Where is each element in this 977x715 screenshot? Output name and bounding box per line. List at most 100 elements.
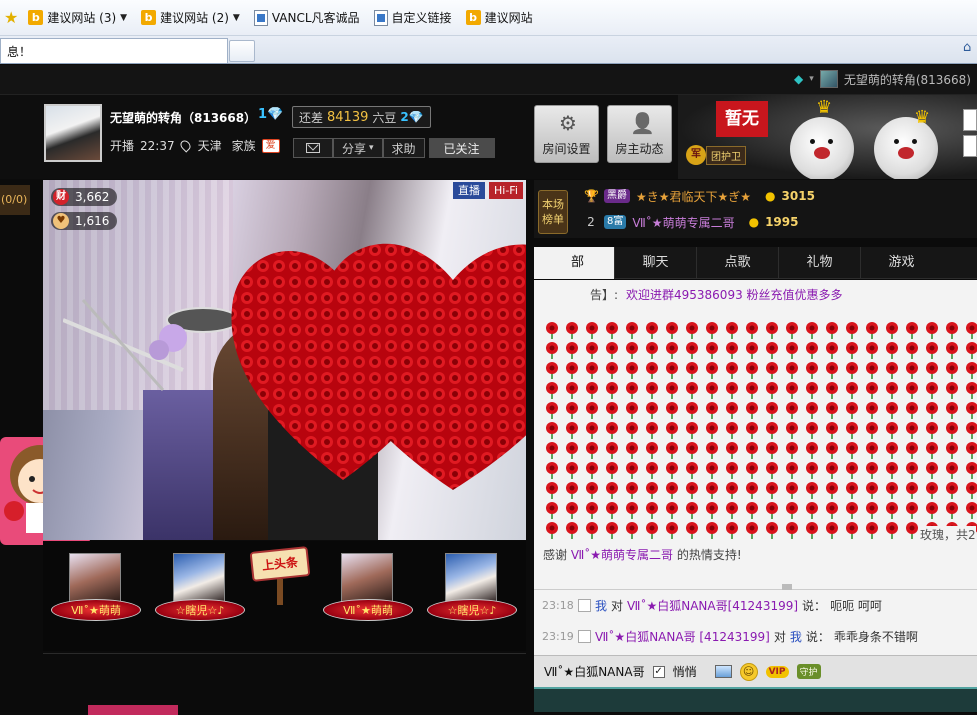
b-icon: b [465, 10, 481, 25]
tab-gifts[interactable]: 礼物 [778, 247, 860, 279]
trophy-icon: 🏆 [584, 189, 599, 203]
lower-area [43, 653, 526, 712]
teddy-bear-image [790, 117, 854, 179]
favorites-star-icon[interactable]: ★ [4, 8, 18, 27]
room-notice: 欢迎进群495386093 粉丝充值优惠多多 [626, 288, 843, 302]
live-tag: 直播 [453, 182, 485, 199]
room-settings-button[interactable]: 房间设置 [534, 105, 599, 163]
gift-box-icon[interactable] [88, 705, 178, 715]
hifi-tag[interactable]: Hi-Fi [489, 182, 523, 199]
page-icon [373, 9, 388, 26]
thanks-message: 感谢 Ⅶ˚★萌萌专属二哥 的热情支持! [543, 548, 742, 562]
browser-tab[interactable]: 息！ [0, 38, 228, 63]
resize-handle[interactable] [782, 584, 792, 590]
crown-icon: ♛ [914, 107, 931, 128]
message-button[interactable] [293, 138, 333, 158]
left-counter[interactable]: (0/0) [0, 185, 30, 215]
user-card-icon [578, 599, 591, 612]
fans-icon: ♥ [53, 213, 69, 229]
share-button[interactable]: 分享 ▾ [333, 138, 383, 158]
thumb-card[interactable]: ☆瞎児☆♪ [427, 553, 517, 621]
rose-heart-gift-animation [231, 243, 526, 490]
guard-banner[interactable]: 暂无 军 团护卫 ♛ ♛ [678, 95, 977, 179]
chevron-down-icon[interactable]: ▼ [120, 13, 127, 23]
person-icon [630, 112, 652, 134]
gear-icon [557, 112, 579, 134]
vip-icon[interactable]: VIP [765, 665, 789, 678]
favorite-suggested-2[interactable]: b 建议网站 (2) ▼ [137, 7, 244, 29]
crown-icon: ♛ [816, 97, 833, 118]
top-user-menu[interactable]: ◆ ▾ 无望萌的转角(813668) [794, 70, 971, 88]
tab-chat[interactable]: 聊天 [614, 247, 696, 279]
chat-input-area[interactable] [534, 687, 977, 712]
tab-all[interactable]: 部 [534, 247, 614, 279]
private-messages: 23:18 我 对 Ⅶ˚★白狐NANA哥[41243199] 说： 呃呃 呵呵 … [534, 584, 977, 655]
tab-bar: 息！ ⌂ [0, 36, 977, 64]
whisper-checkbox[interactable]: ✓ [652, 665, 665, 678]
ranking-label[interactable]: 本场 榜单 [538, 190, 568, 234]
favorite-suggested[interactable]: b 建议网站 [462, 7, 537, 29]
host-name[interactable]: 无望萌的转角（813668） [110, 109, 256, 126]
host-feed-button[interactable]: 房主动态 [607, 105, 672, 163]
host-actions: 分享 ▾ 求助 已关注 [293, 138, 495, 158]
location-pin-icon [178, 138, 193, 153]
host-meta: 开播 22:37 天津 家族 爱 [110, 137, 280, 154]
home-icon[interactable]: ⌂ [963, 40, 977, 56]
favorite-vancl[interactable]: VANCL凡客诚品 [250, 7, 364, 29]
follow-button[interactable]: 已关注 [428, 138, 495, 158]
b-icon: b [141, 10, 157, 25]
page-icon [253, 9, 268, 26]
list-item: 23:18 我 对 Ⅶ˚★白狐NANA哥[41243199] 说： 呃呃 呵呵 [542, 599, 882, 613]
tab-song-request[interactable]: 点歌 [696, 247, 778, 279]
guard-icon[interactable]: 守护 [796, 664, 821, 679]
chevron-down-icon[interactable]: ▾ [809, 74, 814, 84]
coin-icon: ● [748, 215, 760, 229]
wealth-stat: 财 3,662 [51, 188, 118, 206]
rose-count: 玫瑰，共2 [918, 526, 976, 543]
session-ranking: 本场 榜单 🏆 黑爵 ★き★君临天下★ぎ★ ● 3015 2 8富 Ⅶ˚★萌萌专… [534, 180, 977, 238]
avatar[interactable] [819, 70, 838, 88]
side-controls [963, 109, 977, 161]
next-level-badge: 2💎 [400, 110, 424, 124]
chat-target[interactable]: Ⅶ˚★白狐NANA哥 [544, 663, 645, 680]
chat-tabs: 部 聊天 点歌 礼物 游戏 [534, 247, 977, 279]
video-stream[interactable]: 财 3,662 ♥ 1,616 直播 Hi-Fi [43, 180, 526, 540]
list-item: 23:19 Ⅶ˚★白狐NANA哥 [41243199] 对 我 说： 乖乖身条不… [542, 630, 918, 644]
ranking-row[interactable]: 2 8富 Ⅶ˚★萌萌专属二哥 ● 1995 [584, 210, 798, 234]
thumb-card[interactable]: ☆瞎児☆♪ [155, 553, 245, 621]
family-badge[interactable]: 爱 [261, 138, 280, 153]
thumb-card[interactable]: Ⅶ˚★萌萌 [51, 553, 141, 621]
headline-button[interactable]: 上头条 [249, 546, 313, 609]
mail-icon [306, 143, 320, 153]
guard-badge: 军 团护卫 [686, 145, 746, 165]
tab-games[interactable]: 游戏 [860, 247, 942, 279]
side-control-2[interactable] [963, 135, 977, 157]
host-avatar[interactable] [44, 104, 102, 162]
level-progress: 还差 84139 六豆 2💎 [292, 106, 431, 128]
top-strip: ◆ ▾ 无望萌的转角(813668) [0, 65, 977, 95]
gem-icon: ◆ [794, 72, 804, 86]
rose-gift-grid [542, 320, 977, 542]
gift-thumbnails: Ⅶ˚★萌萌 ☆瞎児☆♪ 上头条 Ⅶ˚★萌萌 ☆瞎児☆♪ [43, 541, 526, 651]
wealth-icon: 财 [53, 189, 69, 205]
guard-flag: 暂无 [716, 101, 768, 137]
b-icon: b [28, 10, 44, 25]
favorites-bar: ★ b 建议网站 (3) ▼ b 建议网站 (2) ▼ VANCL凡客诚品 自定… [0, 0, 977, 36]
user-card-icon [578, 630, 591, 643]
side-control-1[interactable] [963, 109, 977, 131]
help-button[interactable]: 求助 [382, 138, 425, 158]
thumb-card[interactable]: Ⅶ˚★萌萌 [323, 553, 413, 621]
fans-stat: ♥ 1,616 [51, 212, 118, 230]
chevron-down-icon[interactable]: ▼ [233, 13, 240, 23]
favorite-custom-link[interactable]: 自定义链接 [370, 7, 456, 29]
chevron-down-icon: ▾ [369, 143, 374, 153]
room-header: 无望萌的转角（813668） 1💎 还差 84139 六豆 2💎 开播 22:3… [0, 95, 977, 179]
live-room-page: ◆ ▾ 无望萌的转角(813668) 无望萌的转角（813668） 1💎 还差 … [0, 65, 977, 715]
coin-icon: ● [765, 189, 776, 203]
new-tab-button[interactable] [229, 40, 255, 62]
ranking-row[interactable]: 🏆 黑爵 ★き★君临天下★ぎ★ ● 3015 [584, 184, 815, 208]
emoji-icon[interactable]: ☺ [739, 662, 758, 681]
image-icon[interactable] [714, 665, 732, 678]
host-level-badge: 1💎 [258, 107, 284, 122]
favorite-suggested-3[interactable]: b 建议网站 (3) ▼ [24, 7, 131, 29]
